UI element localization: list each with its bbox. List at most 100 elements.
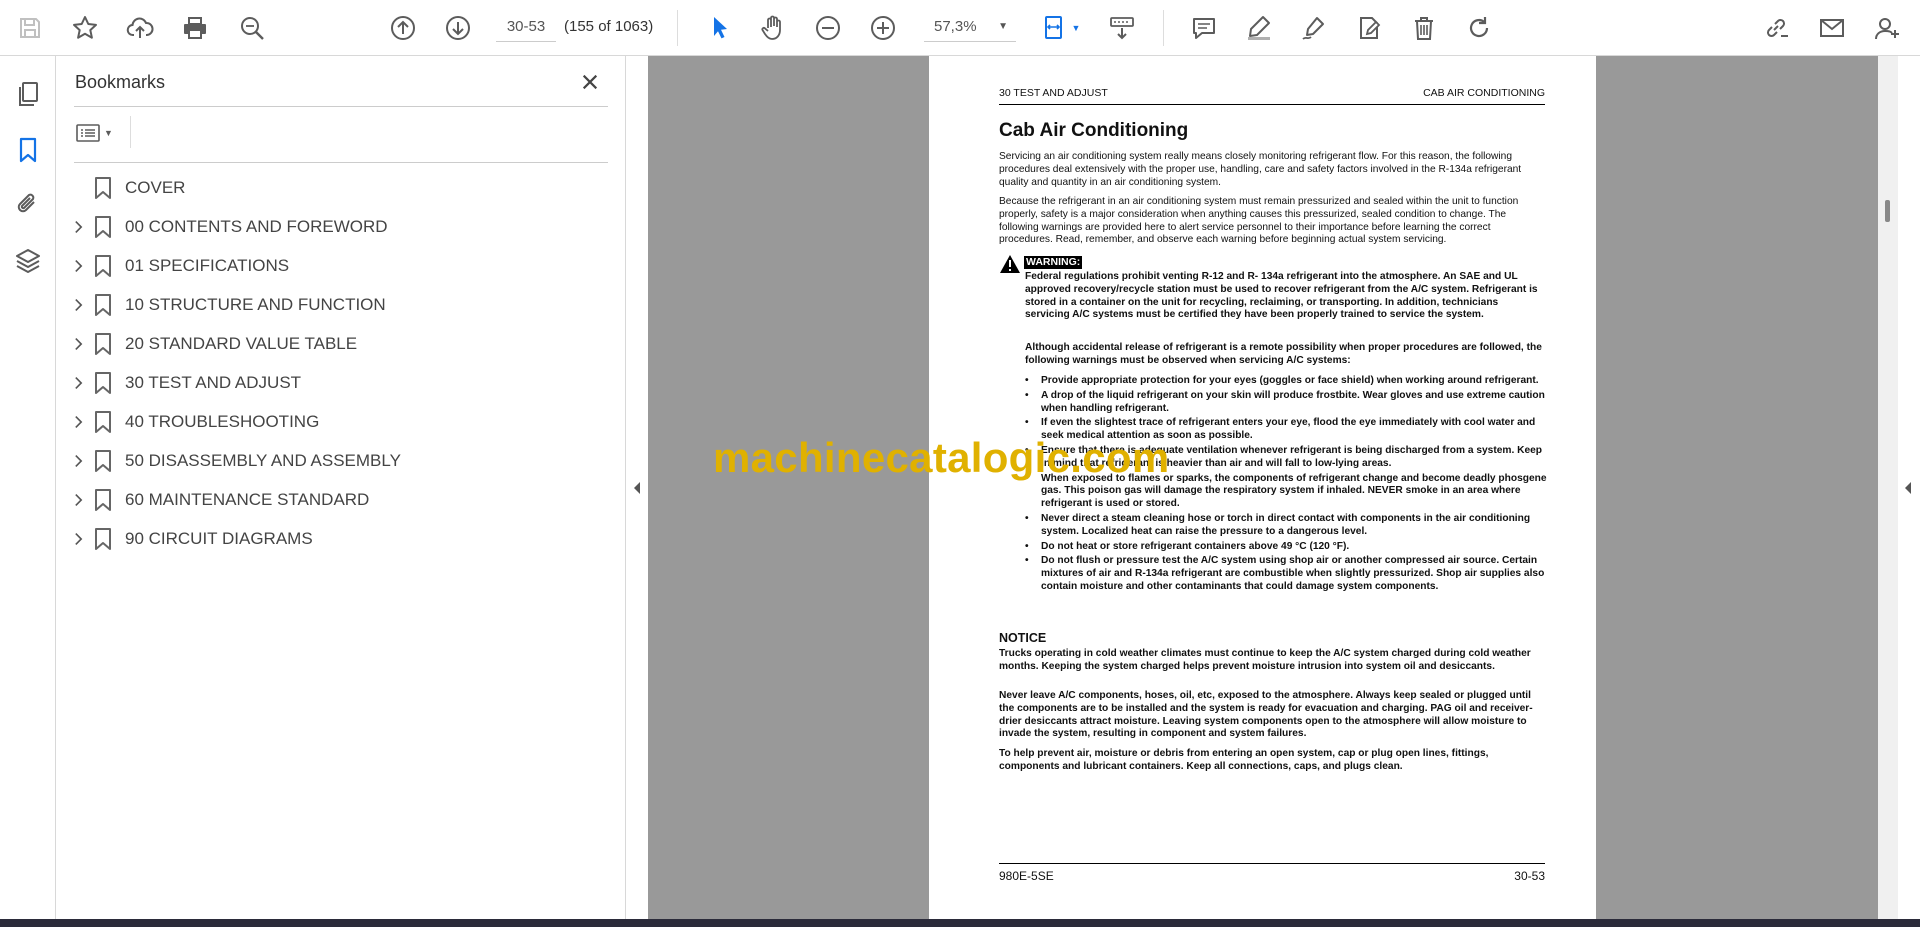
chevron-right-icon[interactable] — [71, 337, 85, 351]
bookmark-item[interactable]: 60 MAINTENANCE STANDARD — [56, 480, 626, 519]
page-display-icon[interactable]: ▼ — [1036, 8, 1086, 48]
list-item: Provide appropriate protection for your … — [1025, 375, 1547, 388]
main-toolbar: (155 of 1063) 57,3% ▼ ▼ — [0, 0, 1920, 56]
zoom-out-icon[interactable] — [808, 8, 848, 48]
comment-icon[interactable] — [1184, 8, 1224, 48]
bookmark-label: 90 CIRCUIT DIAGRAMS — [125, 528, 313, 548]
bookmark-ribbon-icon — [95, 176, 111, 199]
list-item: A drop of the liquid refrigerant on your… — [1025, 390, 1547, 416]
chevron-right-icon[interactable] — [71, 493, 85, 507]
list-item: Never direct a steam cleaning hose or to… — [1025, 513, 1547, 539]
bookmark-ribbon-icon — [95, 410, 111, 433]
panel-title: Bookmarks — [75, 72, 166, 92]
previous-page-icon[interactable] — [383, 8, 423, 48]
page-footer-right: 30-53 — [1514, 869, 1545, 883]
page-header-left: 30 TEST AND ADJUST — [999, 87, 1108, 99]
draw-freehand-icon[interactable] — [1294, 8, 1334, 48]
bookmark-list: COVER 00 CONTENTS AND FOREWORD 01 SPECIF… — [56, 168, 626, 558]
bookmark-item[interactable]: 00 CONTENTS AND FOREWORD — [56, 207, 626, 246]
bookmark-item[interactable]: COVER — [56, 168, 626, 207]
chevron-right-icon[interactable] — [71, 259, 85, 273]
notice-paragraph: To help prevent air, moisture or debris … — [999, 748, 1489, 772]
attachments-paperclip-icon[interactable] — [10, 186, 46, 222]
panel-divider — [74, 162, 608, 163]
page-title: Cab Air Conditioning — [999, 120, 1189, 141]
email-icon[interactable] — [1812, 8, 1852, 48]
delete-trash-icon[interactable] — [1404, 8, 1444, 48]
chevron-right-icon[interactable] — [71, 532, 85, 546]
page-thumbnails-icon[interactable] — [10, 76, 46, 112]
watermark-text: machinecatalogic.com — [713, 434, 1170, 481]
chevron-right-icon[interactable] — [71, 298, 85, 312]
warning-label: WARNING: — [1024, 256, 1083, 269]
notice-paragraph: Trucks operating in cold weather climate… — [999, 648, 1531, 672]
toolbar-divider — [130, 116, 131, 148]
collapse-panel-left-icon[interactable] — [631, 478, 643, 498]
pdf-page: 30 TEST AND ADJUST CAB AIR CONDITIONING … — [929, 56, 1596, 919]
next-page-icon[interactable] — [438, 8, 478, 48]
bookmarks-panel: Bookmarks ▼ COVER 00 CONTENTS AND FOREWO… — [56, 56, 626, 919]
toolbar-divider — [677, 10, 678, 46]
bookmark-options-button[interactable]: ▼ — [76, 118, 120, 148]
star-icon[interactable] — [65, 8, 105, 48]
close-icon[interactable] — [576, 68, 604, 96]
hand-tool-icon[interactable] — [753, 8, 793, 48]
bookmark-item[interactable]: 90 CIRCUIT DIAGRAMS — [56, 519, 626, 558]
bookmark-label: 40 TROUBLESHOOTING — [125, 411, 320, 431]
panel-divider — [74, 106, 608, 107]
select-cursor-icon[interactable] — [700, 8, 740, 48]
chevron-right-icon[interactable] — [71, 220, 85, 234]
warning-paragraph: Although accidental release of refrigera… — [1025, 342, 1542, 366]
chevron-down-icon: ▼ — [998, 21, 1008, 32]
zoom-level-value: 57,3% — [934, 18, 977, 35]
toolbar-divider — [1163, 10, 1164, 46]
chevron-right-icon[interactable] — [71, 415, 85, 429]
bookmark-label: 20 STANDARD VALUE TABLE — [125, 333, 358, 353]
scrollbar-thumb[interactable] — [1885, 200, 1890, 222]
taskbar-strip — [0, 919, 1920, 927]
bookmark-ribbon-icon — [95, 293, 111, 316]
bookmark-item[interactable]: 40 TROUBLESHOOTING — [56, 402, 626, 441]
bookmark-item[interactable]: 01 SPECIFICATIONS — [56, 246, 626, 285]
add-user-icon[interactable] — [1867, 8, 1907, 48]
redo-icon[interactable] — [1459, 8, 1499, 48]
share-link-icon[interactable] — [1756, 8, 1796, 48]
highlight-pen-icon[interactable] — [1239, 8, 1279, 48]
zoom-in-icon[interactable] — [863, 8, 903, 48]
bookmark-ribbon-icon — [95, 332, 111, 355]
chevron-down-icon: ▼ — [104, 128, 113, 138]
bookmark-label: 10 STRUCTURE AND FUNCTION — [125, 294, 386, 314]
scroll-mode-icon[interactable] — [1102, 8, 1142, 48]
bookmark-label: 60 MAINTENANCE STANDARD — [125, 489, 370, 509]
bookmark-ribbon-icon — [95, 371, 111, 394]
chevron-down-icon: ▼ — [1071, 23, 1081, 33]
bookmark-label: 00 CONTENTS AND FOREWORD — [125, 216, 388, 236]
cloud-upload-icon[interactable] — [120, 8, 160, 48]
bookmark-item[interactable]: 30 TEST AND ADJUST — [56, 363, 626, 402]
layers-icon[interactable] — [10, 242, 46, 278]
notice-paragraph: Never leave A/C components, hoses, oil, … — [999, 690, 1533, 740]
zoom-level-select[interactable]: 57,3% ▼ — [924, 12, 1016, 42]
warning-triangle-icon — [1000, 255, 1020, 273]
save-icon[interactable] — [10, 8, 50, 48]
left-navigation-rail — [0, 56, 56, 919]
bookmark-item[interactable]: 10 STRUCTURE AND FUNCTION — [56, 285, 626, 324]
bookmark-label: 01 SPECIFICATIONS — [125, 255, 290, 275]
bookmark-ribbon-icon — [95, 215, 111, 238]
bookmark-ribbon-icon — [95, 254, 111, 277]
print-icon[interactable] — [175, 8, 215, 48]
collapse-panel-right-icon[interactable] — [1902, 478, 1914, 498]
bookmark-item[interactable]: 50 DISASSEMBLY AND ASSEMBLY — [56, 441, 626, 480]
page-number-input[interactable] — [496, 12, 556, 42]
bookmark-label: COVER — [125, 177, 186, 197]
chevron-right-icon[interactable] — [71, 376, 85, 390]
page-footer-left: 980E-5SE — [999, 869, 1054, 883]
bookmark-ribbon-icon — [95, 527, 111, 550]
chevron-right-icon[interactable] — [71, 454, 85, 468]
zoom-search-icon[interactable] — [232, 8, 272, 48]
edit-pdf-icon[interactable] — [1349, 8, 1389, 48]
bookmark-item[interactable]: 20 STANDARD VALUE TABLE — [56, 324, 626, 363]
vertical-scrollbar[interactable] — [1878, 56, 1898, 919]
bookmark-ribbon-icon — [95, 449, 111, 472]
bookmarks-icon[interactable] — [10, 132, 46, 168]
